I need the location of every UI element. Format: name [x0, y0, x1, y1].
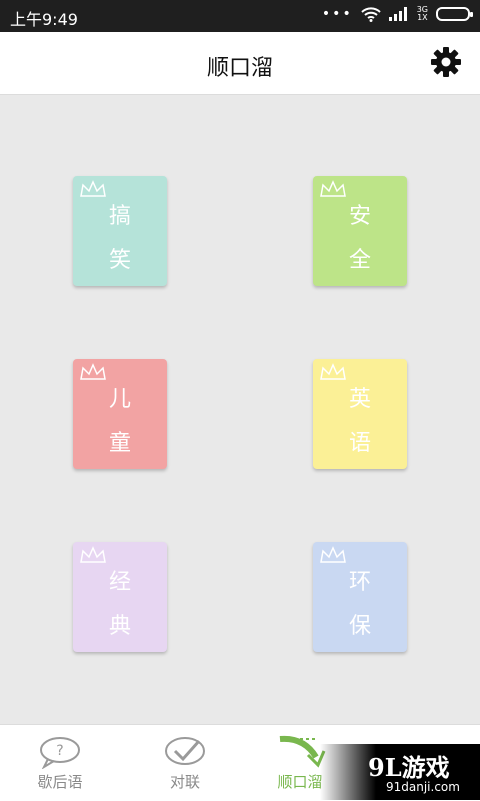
tile-label-1: 经	[108, 570, 131, 595]
app-bar: 顺口溜	[0, 32, 480, 95]
question-bubble-icon: ?	[40, 737, 80, 769]
watermark: 9L游戏 91danji.com	[320, 744, 480, 800]
tile-classic[interactable]: 经 典	[73, 542, 167, 652]
tile-english[interactable]: 英 语	[313, 359, 407, 469]
watermark-logo: 9L游戏	[368, 753, 450, 782]
tab-duilian[interactable]: 对联	[130, 725, 240, 801]
battery-icon	[436, 7, 473, 21]
tile-label-1: 环	[348, 570, 371, 595]
more-dots: •••	[321, 6, 353, 22]
tile-label-2: 全	[348, 248, 371, 273]
tab-label: 对联	[169, 773, 200, 791]
category-grid: 搞 笑 安 全 儿 童 英 语 经 典 环 保	[0, 94, 480, 724]
tile-children[interactable]: 儿 童	[73, 359, 167, 469]
tile-label-1: 搞	[108, 204, 131, 229]
wifi-icon	[361, 7, 381, 22]
slide-arrow-icon	[279, 735, 326, 768]
svg-text:?: ?	[56, 743, 63, 759]
gear-icon[interactable]	[430, 46, 462, 78]
signal-icon	[388, 7, 407, 21]
clock: 上午9:49	[10, 10, 78, 29]
tile-environment[interactable]: 环 保	[313, 542, 407, 652]
crown-icon	[320, 180, 346, 197]
crown-icon	[80, 363, 106, 380]
crown-icon	[80, 546, 106, 563]
tile-label-2: 童	[108, 431, 131, 456]
crown-icon	[320, 546, 346, 563]
check-bubble-icon	[165, 737, 205, 765]
tile-funny[interactable]: 搞 笑	[73, 176, 167, 286]
crown-icon	[80, 180, 106, 197]
tile-safety[interactable]: 安 全	[313, 176, 407, 286]
status-bar: 上午9:49 ••• 3G 1X	[0, 0, 480, 32]
tab-label: 歇后语	[37, 773, 83, 791]
network-type: 3G 1X	[416, 5, 428, 22]
crown-icon	[320, 363, 346, 380]
tile-label-1: 儿	[108, 387, 131, 412]
tab-xiehouyu[interactable]: ? 歇后语	[5, 725, 115, 801]
tile-label-2: 笑	[108, 248, 131, 273]
tile-label-1: 安	[348, 204, 371, 229]
tile-label-2: 典	[108, 614, 131, 639]
watermark-url: 91danji.com	[386, 780, 460, 794]
tile-label-2: 语	[348, 431, 371, 456]
tile-label-2: 保	[348, 614, 371, 639]
tile-label-1: 英	[348, 387, 371, 412]
page-title: 顺口溜	[206, 56, 273, 81]
status-icons: ••• 3G 1X	[321, 5, 473, 22]
